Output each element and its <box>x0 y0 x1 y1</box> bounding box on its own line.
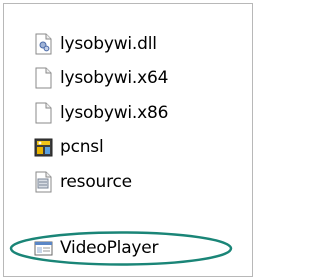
app-icon <box>34 138 53 157</box>
dll-file-icon <box>35 33 52 55</box>
file-name: lysobywi.x86 <box>60 103 169 123</box>
file-name: lysobywi.dll <box>60 34 157 54</box>
file-item-lysobywi-x86[interactable]: lysobywi.x86 <box>34 98 234 128</box>
file-item-resource[interactable]: resource <box>34 167 234 197</box>
file-item-lysobywi-x64[interactable]: lysobywi.x64 <box>34 63 234 93</box>
highlight-ellipse <box>9 231 233 266</box>
file-name: lysobywi.x64 <box>60 68 169 88</box>
blank-file-icon <box>35 67 52 89</box>
file-name: resource <box>60 172 132 192</box>
file-name: pcnsl <box>60 137 104 157</box>
file-list-panel: lysobywi.dll lysobywi.x64 lysobywi.x86 p… <box>3 3 253 277</box>
file-item-pcnsl[interactable]: pcnsl <box>34 132 234 162</box>
file-item-lysobywi-dll[interactable]: lysobywi.dll <box>34 29 234 59</box>
text-file-icon <box>35 171 52 193</box>
blank-file-icon <box>35 102 52 124</box>
